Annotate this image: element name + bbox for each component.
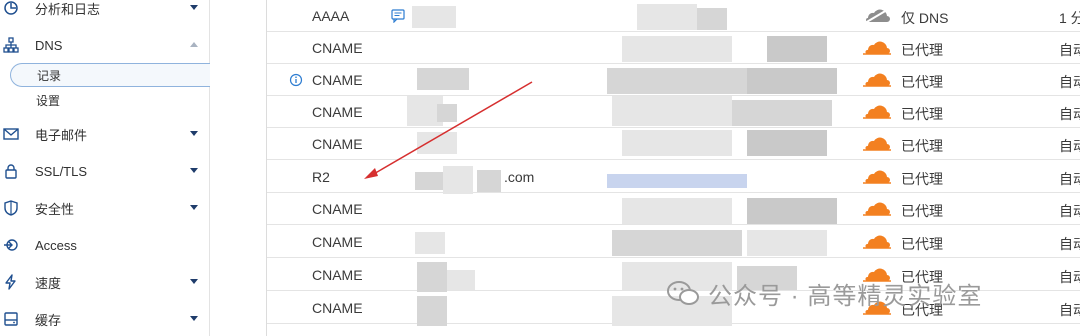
watermark: 公众号 · 高等精灵实验室: [666, 276, 982, 310]
watermark-text: 公众号 · 高等精灵实验室: [708, 282, 983, 310]
wechat-icon: [667, 281, 699, 305]
